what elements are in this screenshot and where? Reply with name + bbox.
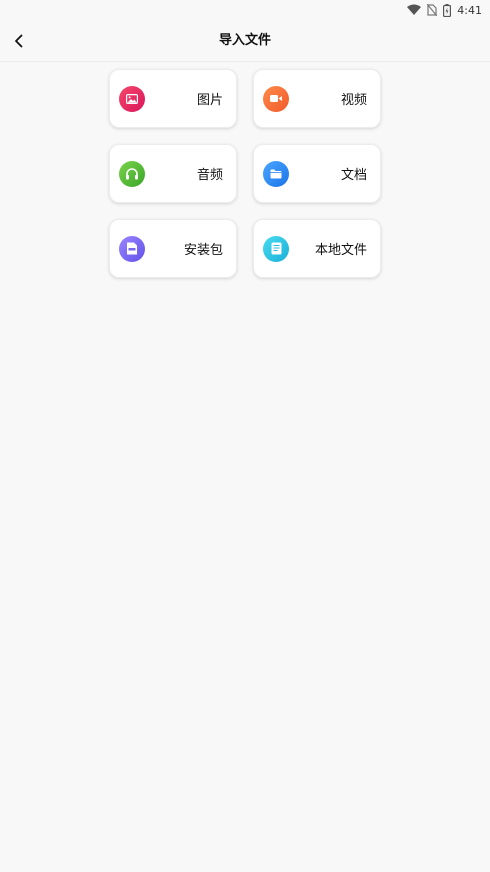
back-button[interactable] — [6, 28, 32, 54]
chevron-left-icon — [15, 34, 23, 48]
card-label: 音频 — [196, 168, 223, 183]
card-label: 视频 — [340, 93, 367, 108]
folder-icon — [263, 160, 289, 187]
no-sim-icon — [427, 4, 438, 16]
import-option-audio[interactable]: 音频 — [109, 144, 237, 203]
page-title: 导入文件 — [218, 33, 271, 48]
card-label: 安装包 — [183, 243, 223, 258]
import-options-grid: 图片 视频 音频 文档 安装包 本地文件 — [109, 69, 381, 278]
import-option-video[interactable]: 视频 — [253, 69, 381, 128]
status-time: 4:41 — [457, 3, 482, 17]
apk-icon — [119, 235, 145, 262]
card-label: 文档 — [340, 168, 367, 183]
video-icon — [263, 85, 289, 112]
import-option-document[interactable]: 文档 — [253, 144, 381, 203]
card-label: 图片 — [196, 93, 223, 108]
battery-icon — [443, 3, 452, 17]
document-icon — [263, 235, 289, 262]
import-option-local-file[interactable]: 本地文件 — [253, 219, 381, 278]
status-bar: 4:41 — [0, 0, 490, 20]
wifi-icon — [407, 4, 422, 16]
import-option-image[interactable]: 图片 — [109, 69, 237, 128]
image-icon — [119, 85, 145, 112]
headphones-icon — [119, 160, 145, 187]
import-option-apk[interactable]: 安装包 — [109, 219, 237, 278]
card-label: 本地文件 — [314, 243, 367, 258]
app-bar: 导入文件 — [0, 20, 490, 62]
